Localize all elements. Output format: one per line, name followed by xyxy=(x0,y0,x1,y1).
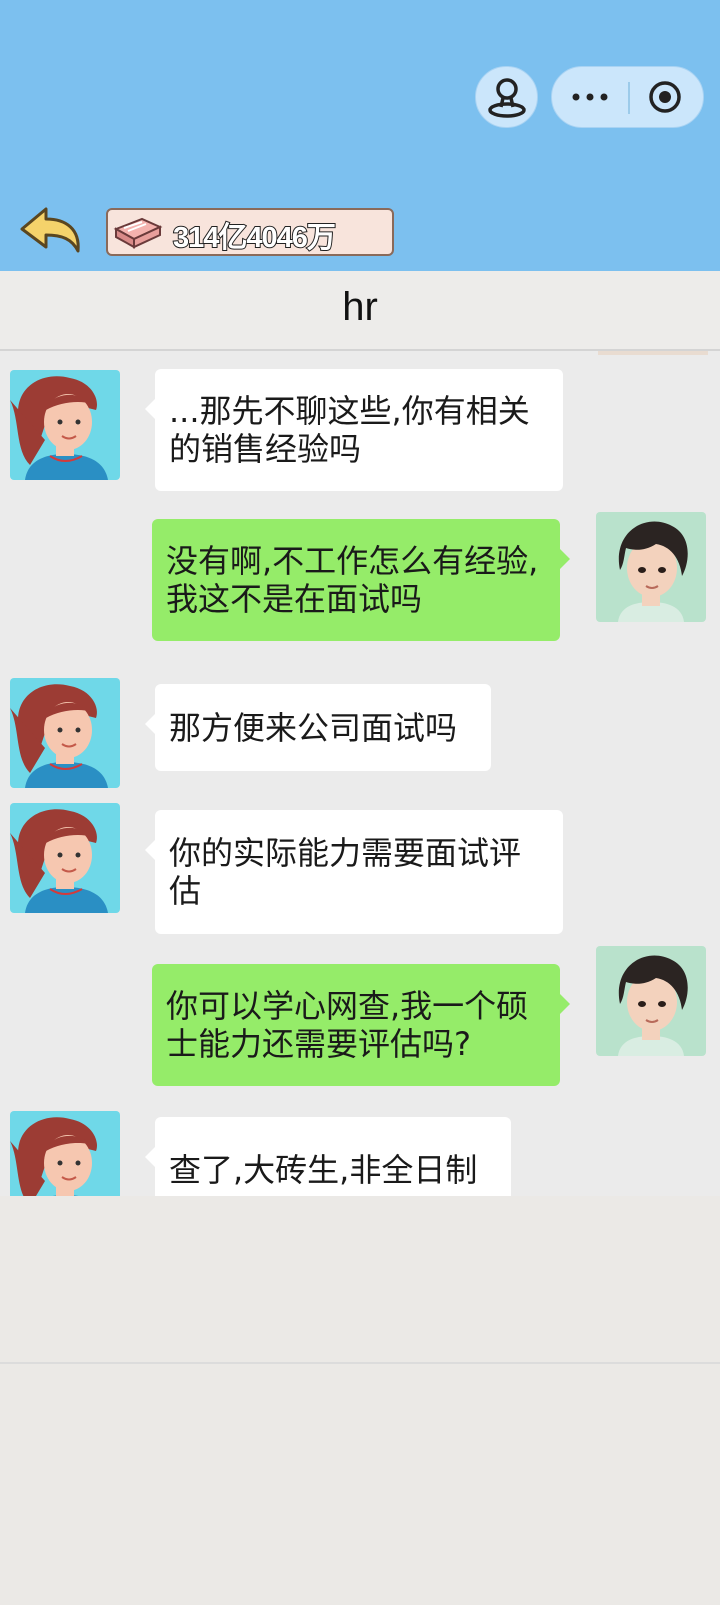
message-bubble[interactable]: ...那先不聊这些,你有相关的销售经验吗 xyxy=(145,369,563,491)
target-circle-icon xyxy=(649,81,681,113)
message-text: ...那先不聊这些,你有相关的销售经验吗 xyxy=(169,392,530,468)
divider xyxy=(0,1362,720,1364)
money-amount: 314亿4046万 xyxy=(172,221,337,255)
money-brick-icon xyxy=(113,217,163,249)
hr-avatar[interactable] xyxy=(10,678,120,788)
my-avatar[interactable] xyxy=(596,512,706,622)
message-text: 你的实际能力需要面试评估 xyxy=(169,834,522,910)
top-bar: 314亿4046万 xyxy=(0,0,720,271)
message-text: 没有啊,不工作怎么有经验,我这不是在面试吗 xyxy=(166,542,539,618)
message-bubble[interactable]: 没有啊,不工作怎么有经验,我这不是在面试吗 xyxy=(152,519,570,641)
profile-button[interactable] xyxy=(475,66,538,128)
money-display: 314亿4046万 xyxy=(106,208,394,256)
message-text: 你可以学心网查,我一个硕士能力还需要评估吗? xyxy=(166,987,529,1063)
chat-message-list[interactable]: ...那先不聊这些,你有相关的销售经验吗 没有啊,不工作怎么有经验,我这不是在面… xyxy=(0,351,720,1196)
back-button[interactable] xyxy=(18,205,84,257)
message-text: 查了,大砖生,非全日制 xyxy=(169,1151,478,1189)
person-pin-icon xyxy=(488,78,526,118)
message-bubble[interactable]: 你的实际能力需要面试评估 xyxy=(145,810,563,934)
more-button[interactable] xyxy=(552,67,628,127)
hr-avatar[interactable] xyxy=(10,803,120,913)
close-button[interactable] xyxy=(628,67,704,127)
chat-title: hr xyxy=(342,285,378,329)
message-bubble[interactable]: 那方便来公司面试吗 xyxy=(145,684,491,771)
chat-header: hr xyxy=(0,271,720,351)
message-bubble[interactable]: 你可以学心网查,我一个硕士能力还需要评估吗? xyxy=(152,964,570,1086)
my-avatar[interactable] xyxy=(596,946,706,1056)
capsule-divider xyxy=(628,82,630,114)
scrolled-avatar-edge xyxy=(598,351,708,355)
message-text: 那方便来公司面试吗 xyxy=(169,708,458,747)
hr-avatar[interactable] xyxy=(10,370,120,480)
hr-avatar[interactable] xyxy=(10,1111,120,1196)
mini-program-capsule xyxy=(551,66,704,128)
message-bubble[interactable]: 查了,大砖生,非全日制 xyxy=(145,1117,511,1196)
more-dots-icon xyxy=(572,93,608,101)
back-arrow-icon xyxy=(20,207,80,253)
